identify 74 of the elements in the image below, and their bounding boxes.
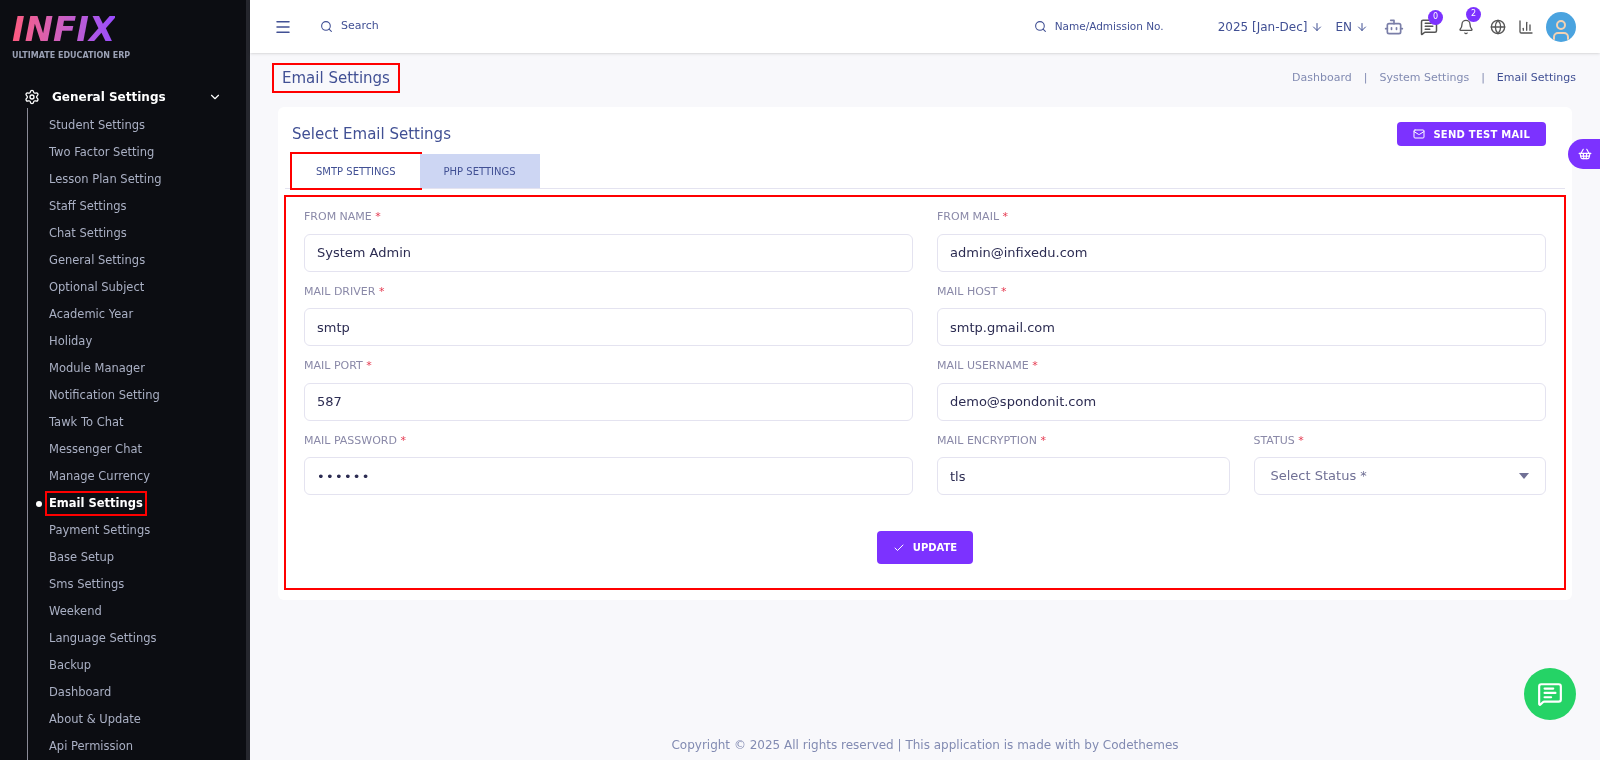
input-field[interactable]: tls [937,457,1230,495]
input-field[interactable]: smtp.gmail.com [937,308,1546,346]
card-title: Select Email Settings [292,123,451,145]
input-field[interactable]: smtp [304,308,913,346]
year-dropdown[interactable]: 2025 [Jan-Dec] [1217,17,1324,36]
language-dropdown[interactable]: EN [1335,17,1368,36]
field-label: STATUS * [1253,432,1305,449]
sidebar-item[interactable]: Email Settings [47,492,145,515]
sidebar-group[interactable]: General Settings [0,86,246,108]
sidebar-item[interactable]: Holiday [47,330,95,353]
input-field[interactable]: System Admin [304,233,913,272]
arrow-down-icon [1311,20,1324,33]
sidebar-item[interactable]: Weekend [47,600,104,623]
breadcrumb-separator: | [1363,69,1368,86]
sidebar-item[interactable]: Student Settings [47,114,148,137]
sidebar-item[interactable]: Backup [47,654,94,677]
count-badge: 0 [1428,9,1443,25]
sidebar-item[interactable]: Dashboard [47,681,114,704]
search-icon [320,20,333,33]
admission-search-field[interactable]: Name/Admission No. [1054,18,1190,35]
sidebar-item[interactable]: Two Factor Setting [47,141,157,164]
sidebar-item[interactable]: Payment Settings [47,519,153,542]
globe-icon[interactable] [1490,18,1506,35]
sidebar-item[interactable]: Tawk To Chat [47,411,126,434]
search-icon [1033,20,1047,33]
update-button[interactable]: UPDATE [876,531,974,564]
sidebar-item[interactable]: Messenger Chat [47,438,144,461]
settings-tab[interactable]: SMTP SETTINGS [292,154,420,188]
sidebar-item[interactable]: Language Settings [47,627,159,650]
sidebar-item[interactable]: Module Manager [47,357,147,380]
send-test-mail-button[interactable]: SEND TEST MAIL [1397,122,1546,146]
cart-button[interactable] [1568,139,1600,169]
sidebar-item[interactable]: Lesson Plan Setting [47,168,164,191]
arrow-down-icon [1356,20,1368,33]
sidebar-item[interactable]: Api Permission [47,735,136,758]
basket-icon [1578,147,1592,161]
footer-copyright: Copyright © 2025 All rights reserved | This application is made with by Codethemes [670,737,1180,754]
field-label: MAIL HOST * [937,283,1008,300]
input-field[interactable]: admin@infixedu.com [937,233,1546,272]
gears-icon [24,89,40,105]
sidebar-item[interactable]: Academic Year [47,303,136,326]
field-label: MAIL DRIVER * [304,283,386,300]
sidebar-item[interactable]: Notification Setting [47,384,162,407]
field-label: MAIL PASSWORD * [304,432,407,449]
logo-tagline: ULTIMATE EDUCATION ERP [12,50,132,62]
field-label: MAIL USERNAME * [937,358,1039,374]
envelope-icon [1413,128,1426,140]
breadcrumb-link[interactable]: Email Settings [1496,69,1576,87]
field-label: MAIL PORT * [304,358,373,374]
input-field[interactable]: demo@spondonit.com [937,382,1546,421]
sidebar-item[interactable]: Sms Settings [47,573,127,596]
sidebar-item[interactable]: Optional Subject [47,276,147,299]
sidebar-item[interactable]: General Settings [47,249,148,272]
status-select[interactable]: Select Status * [1253,457,1546,495]
input-field[interactable]: 587 [304,382,913,421]
breadcrumb-separator: | [1481,69,1485,86]
field-label: FROM MAIL * [937,209,1009,225]
chart-icon[interactable] [1518,18,1534,35]
password-field[interactable]: •••••• [304,457,913,495]
sidebar-item[interactable]: Staff Settings [47,195,129,218]
dropdown-caret-icon [1519,473,1529,479]
field-label: FROM NAME * [304,209,382,225]
count-badge: 2 [1466,6,1481,22]
field-label: MAIL ENCRYPTION * [937,432,1047,449]
search-field[interactable]: Search [341,18,491,35]
avatar[interactable] [1546,11,1576,42]
settings-tab[interactable]: PHP SETTINGS [419,154,540,188]
bell-icon[interactable] [1458,18,1474,35]
sidebar-item[interactable]: Manage Currency [47,465,153,488]
page-title: Email Settings [274,64,398,92]
sidebar-item[interactable]: Chat Settings [47,222,129,245]
sidebar-item[interactable]: About & Update [47,708,143,731]
sidebar-item[interactable]: Base Setup [47,546,117,569]
chat-bubble-icon [1537,681,1563,707]
